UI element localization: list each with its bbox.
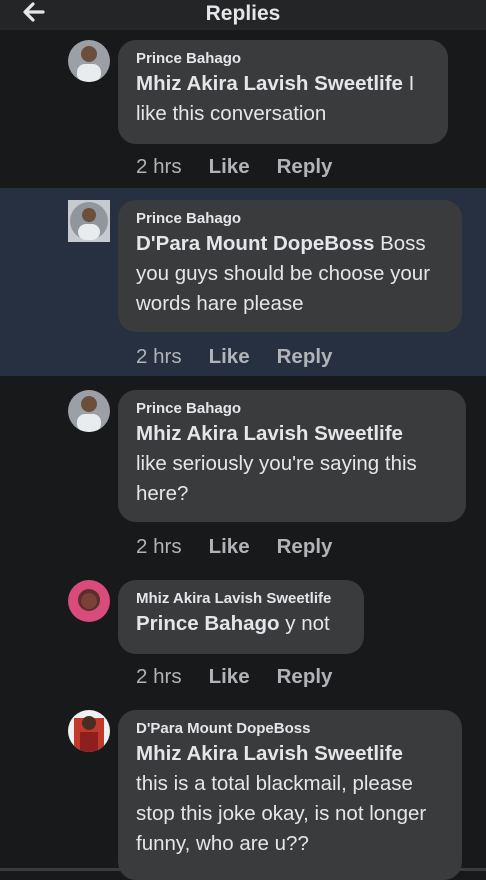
comment-author[interactable]: Mhiz Akira Lavish Sweetlife (136, 589, 346, 609)
mention-link[interactable]: Mhiz Akira Lavish Sweetlife (136, 742, 403, 765)
comment-actions: 2 hrs Like Reply (136, 535, 359, 559)
reply-button[interactable]: Reply (277, 155, 333, 179)
like-button[interactable]: Like (209, 155, 250, 179)
mention-link[interactable]: D'Para Mount DopeBoss (136, 232, 374, 255)
comment-text: Mhiz Akira Lavish Sweetlife this is a tot… (136, 742, 427, 855)
comment-bubble[interactable]: D'Para Mount DopeBoss Mhiz Akira Lavish … (118, 710, 462, 880)
mention-link[interactable]: Prince Bahago (136, 612, 280, 635)
like-button[interactable]: Like (209, 535, 250, 559)
comment-text: Mhiz Akira Lavish Sweetlife Ilike this c… (136, 72, 415, 125)
reply-button[interactable]: Reply (277, 345, 333, 369)
comment-time: 2 hrs (136, 155, 182, 178)
comment-bubble[interactable]: Prince Bahago D'Para Mount DopeBoss Boss… (118, 200, 462, 332)
comment-author[interactable]: Prince Bahago (136, 49, 430, 69)
comment-bubble[interactable]: Mhiz Akira Lavish Sweetlife Prince Bahag… (118, 580, 364, 654)
comment-author[interactable]: Prince Bahago (136, 209, 444, 229)
mention-link[interactable]: Mhiz Akira Lavish Sweetlife (136, 422, 403, 445)
mention-link[interactable]: Mhiz Akira Lavish Sweetlife (136, 72, 403, 95)
comment-text: Prince Bahago y not (136, 612, 330, 635)
comment-time: 2 hrs (136, 535, 182, 558)
reply-button[interactable]: Reply (277, 665, 333, 689)
reply-button[interactable]: Reply (277, 535, 333, 559)
comment-text: D'Para Mount DopeBoss Boss you guys shou… (136, 232, 431, 315)
avatar[interactable] (68, 390, 110, 432)
avatar[interactable] (68, 40, 110, 82)
comment-bubble[interactable]: Prince Bahago Mhiz Akira Lavish Sweetlif… (118, 40, 448, 144)
like-button[interactable]: Like (209, 345, 250, 369)
comment-actions: 2 hrs Like Reply (136, 155, 359, 179)
comment-actions: 2 hrs Like Reply (136, 665, 359, 689)
comment-bubble[interactable]: Prince Bahago Mhiz Akira Lavish Sweetlif… (118, 390, 466, 522)
comment-author[interactable]: D'Para Mount DopeBoss (136, 719, 444, 739)
comment-text: Mhiz Akira Lavish Sweetlife like seriousl… (136, 422, 417, 505)
comment-actions: 2 hrs Like Reply (136, 345, 359, 369)
comment-author[interactable]: Prince Bahago (136, 399, 448, 419)
avatar[interactable] (68, 710, 110, 752)
page-title: Replies (205, 2, 281, 25)
like-button[interactable]: Like (209, 665, 250, 689)
comment-time: 2 hrs (136, 665, 182, 688)
comment-time: 2 hrs (136, 345, 182, 368)
avatar[interactable] (68, 200, 110, 242)
avatar[interactable] (68, 580, 110, 622)
top-bar: Replies (0, 0, 486, 30)
